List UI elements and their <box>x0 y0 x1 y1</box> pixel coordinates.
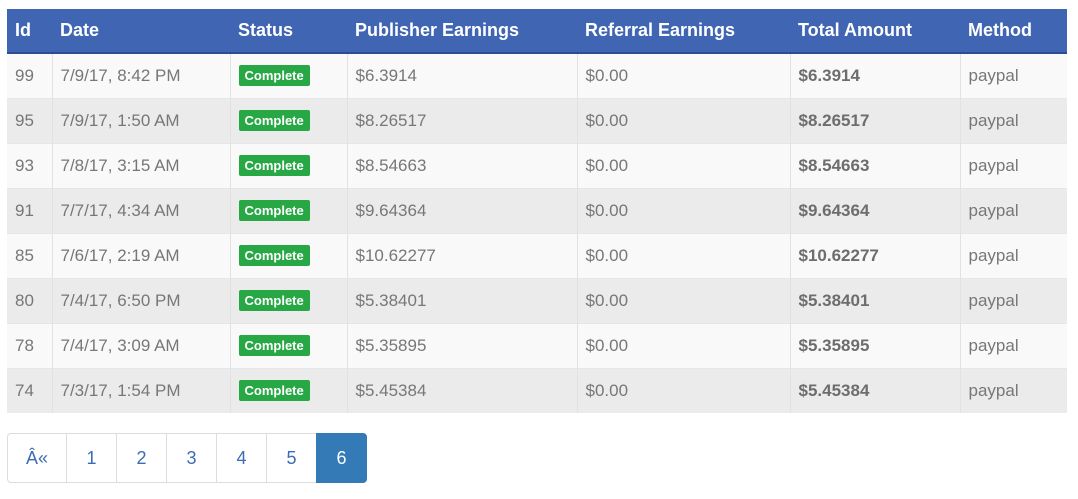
cell-status: Complete <box>229 97 347 143</box>
status-badge: Complete <box>238 290 310 311</box>
column-header-publisher-earnings: Publisher Earnings <box>347 9 577 54</box>
status-badge: Complete <box>238 110 310 131</box>
table-header: Id Date Status Publisher Earnings Referr… <box>7 9 1067 54</box>
cell-publisher-earnings: $5.35895 <box>346 322 577 368</box>
cell-publisher-earnings: $9.64364 <box>346 187 577 233</box>
cell-total-amount: $8.26517 <box>789 97 960 143</box>
pagination-page-5[interactable]: 5 <box>266 433 317 483</box>
table-row: 74 7/3/17, 1:54 PM Complete $5.45384 $0.… <box>7 367 1067 413</box>
column-header-date: Date <box>52 9 230 54</box>
table-row: 85 7/6/17, 2:19 AM Complete $10.62277 $0… <box>7 232 1067 278</box>
table-header-row: Id Date Status Publisher Earnings Referr… <box>7 9 1067 54</box>
table-row: 78 7/4/17, 3:09 AM Complete $5.35895 $0.… <box>7 322 1067 368</box>
cell-total-amount: $5.35895 <box>789 322 960 368</box>
cell-method: paypal <box>959 367 1067 413</box>
cell-id: 95 <box>7 97 52 143</box>
pagination-page-2[interactable]: 2 <box>116 433 167 483</box>
cell-publisher-earnings: $10.62277 <box>346 232 577 278</box>
payouts-page: Id Date Status Publisher Earnings Referr… <box>0 0 1078 499</box>
table-row: 95 7/9/17, 1:50 AM Complete $8.26517 $0.… <box>7 97 1067 143</box>
table-row: 80 7/4/17, 6:50 PM Complete $5.38401 $0.… <box>7 277 1067 323</box>
cell-referral-earnings: $0.00 <box>576 52 790 98</box>
pagination: Â« 1 2 3 4 5 6 <box>7 433 367 483</box>
status-badge: Complete <box>238 335 310 356</box>
pagination-page-3[interactable]: 3 <box>166 433 217 483</box>
cell-referral-earnings: $0.00 <box>576 142 790 188</box>
table-row: 99 7/9/17, 8:42 PM Complete $6.3914 $0.0… <box>7 52 1067 98</box>
cell-status: Complete <box>229 187 347 233</box>
status-badge: Complete <box>238 155 310 176</box>
cell-publisher-earnings: $5.45384 <box>346 367 577 413</box>
cell-method: paypal <box>959 142 1067 188</box>
cell-status: Complete <box>229 142 347 188</box>
cell-id: 93 <box>7 142 52 188</box>
cell-referral-earnings: $0.00 <box>576 187 790 233</box>
cell-total-amount: $9.64364 <box>789 187 960 233</box>
cell-referral-earnings: $0.00 <box>576 97 790 143</box>
cell-date: 7/7/17, 4:34 AM <box>51 187 230 233</box>
cell-status: Complete <box>229 322 347 368</box>
cell-total-amount: $5.45384 <box>789 367 960 413</box>
cell-method: paypal <box>959 187 1067 233</box>
cell-id: 78 <box>7 322 52 368</box>
cell-id: 80 <box>7 277 52 323</box>
cell-date: 7/8/17, 3:15 AM <box>51 142 230 188</box>
cell-publisher-earnings: $8.54663 <box>346 142 577 188</box>
cell-method: paypal <box>959 232 1067 278</box>
withdrawals-table: Id Date Status Publisher Earnings Referr… <box>7 9 1067 413</box>
cell-method: paypal <box>959 52 1067 98</box>
cell-total-amount: $6.3914 <box>789 52 960 98</box>
pagination-page-4[interactable]: 4 <box>216 433 267 483</box>
cell-publisher-earnings: $5.38401 <box>346 277 577 323</box>
status-badge: Complete <box>238 245 310 266</box>
cell-id: 74 <box>7 367 52 413</box>
column-header-method: Method <box>960 9 1067 54</box>
cell-status: Complete <box>229 232 347 278</box>
cell-date: 7/6/17, 2:19 AM <box>51 232 230 278</box>
table-row: 93 7/8/17, 3:15 AM Complete $8.54663 $0.… <box>7 142 1067 188</box>
pagination-page-6-active[interactable]: 6 <box>316 433 367 483</box>
cell-publisher-earnings: $8.26517 <box>346 97 577 143</box>
cell-status: Complete <box>229 367 347 413</box>
cell-id: 85 <box>7 232 52 278</box>
table-body: 99 7/9/17, 8:42 PM Complete $6.3914 $0.0… <box>7 52 1067 413</box>
cell-method: paypal <box>959 322 1067 368</box>
column-header-total-amount: Total Amount <box>790 9 960 54</box>
cell-id: 91 <box>7 187 52 233</box>
cell-method: paypal <box>959 97 1067 143</box>
cell-referral-earnings: $0.00 <box>576 322 790 368</box>
column-header-referral-earnings: Referral Earnings <box>577 9 790 54</box>
table-row: 91 7/7/17, 4:34 AM Complete $9.64364 $0.… <box>7 187 1067 233</box>
cell-status: Complete <box>229 277 347 323</box>
cell-date: 7/4/17, 3:09 AM <box>51 322 230 368</box>
cell-referral-earnings: $0.00 <box>576 232 790 278</box>
status-badge: Complete <box>238 200 310 221</box>
cell-publisher-earnings: $6.3914 <box>346 52 577 98</box>
cell-date: 7/3/17, 1:54 PM <box>51 367 230 413</box>
cell-date: 7/4/17, 6:50 PM <box>51 277 230 323</box>
cell-status: Complete <box>229 52 347 98</box>
cell-date: 7/9/17, 1:50 AM <box>51 97 230 143</box>
status-badge: Complete <box>238 380 310 402</box>
cell-total-amount: $8.54663 <box>789 142 960 188</box>
status-badge: Complete <box>238 65 310 87</box>
cell-total-amount: $10.62277 <box>789 232 960 278</box>
pagination-prev-button[interactable]: Â« <box>7 433 67 483</box>
cell-date: 7/9/17, 8:42 PM <box>51 52 230 98</box>
cell-method: paypal <box>959 277 1067 323</box>
column-header-id: Id <box>7 9 52 54</box>
cell-referral-earnings: $0.00 <box>576 367 790 413</box>
cell-total-amount: $5.38401 <box>789 277 960 323</box>
pagination-page-1[interactable]: 1 <box>66 433 117 483</box>
cell-id: 99 <box>7 52 52 98</box>
column-header-status: Status <box>230 9 347 54</box>
cell-referral-earnings: $0.00 <box>576 277 790 323</box>
